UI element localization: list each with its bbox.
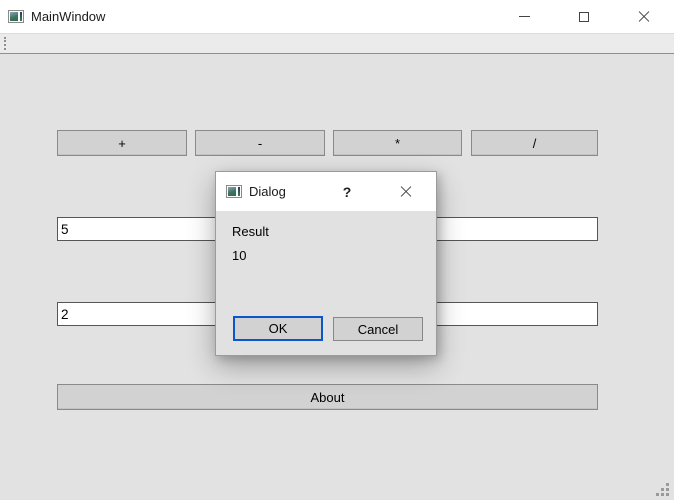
about-button[interactable]: About xyxy=(57,384,598,410)
main-window: MainWindow + - * / About Dialog ? xyxy=(0,0,674,500)
multiply-button[interactable]: * xyxy=(333,130,462,156)
result-label: Result xyxy=(232,224,269,239)
divide-button[interactable]: / xyxy=(471,130,598,156)
cancel-button[interactable]: Cancel xyxy=(333,317,423,341)
subtract-button[interactable]: - xyxy=(195,130,325,156)
titlebar[interactable]: MainWindow xyxy=(0,0,674,33)
dialog-close-icon xyxy=(399,185,413,199)
dialog-titlebar[interactable]: Dialog ? xyxy=(216,172,436,211)
dialog-title: Dialog xyxy=(249,184,286,199)
maximize-icon xyxy=(579,11,589,22)
close-icon xyxy=(637,10,651,24)
minimize-icon xyxy=(518,16,530,17)
toolbar-drag-handle-icon[interactable] xyxy=(4,37,7,50)
maximize-button[interactable] xyxy=(554,0,614,33)
close-button[interactable] xyxy=(614,0,674,33)
minimize-button[interactable] xyxy=(494,0,554,33)
add-button[interactable]: + xyxy=(57,130,187,156)
dialog-help-button[interactable]: ? xyxy=(335,172,359,211)
resize-grip-icon[interactable] xyxy=(656,483,670,497)
window-title: MainWindow xyxy=(31,9,106,24)
result-value: 10 xyxy=(232,248,247,263)
caption-buttons xyxy=(494,0,674,33)
dialog-icon xyxy=(226,185,242,198)
resize-grip-dots xyxy=(656,483,659,486)
app-icon xyxy=(8,10,24,23)
result-dialog: Dialog ? Result 10 OK Cancel xyxy=(215,171,437,356)
dialog-close-button[interactable] xyxy=(393,172,419,211)
toolbar xyxy=(0,33,674,54)
ok-button[interactable]: OK xyxy=(233,316,323,341)
